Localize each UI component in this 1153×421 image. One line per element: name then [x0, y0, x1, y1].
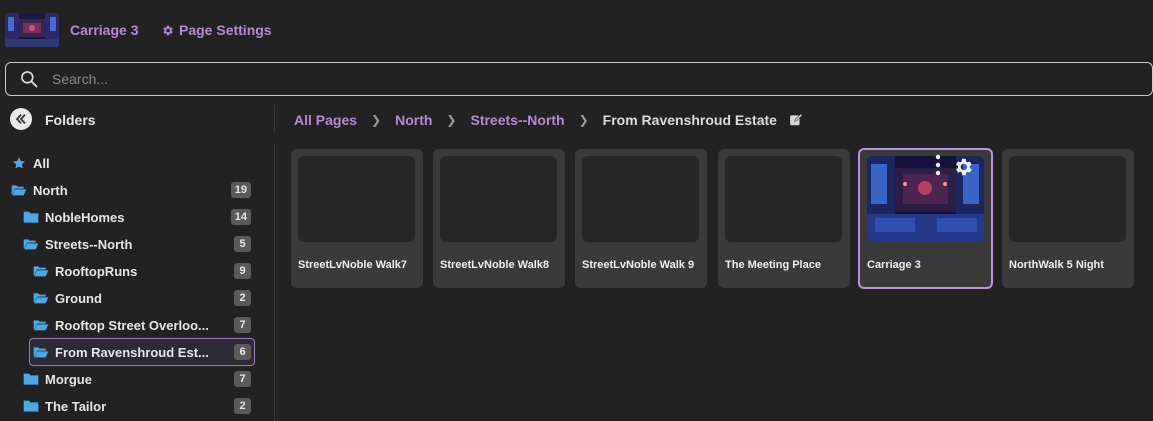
page-card-thumbnail — [298, 156, 415, 242]
folder-item-the-tailor[interactable]: The Tailor 2 — [23, 393, 251, 419]
chevron-right-icon: ❯ — [446, 113, 457, 127]
page-card-name: NorthWalk 5 Night — [1009, 259, 1104, 271]
page-title[interactable]: Carriage 3 — [70, 22, 138, 38]
folder-item-morgue[interactable]: Morgue 7 — [23, 366, 251, 392]
folder-icon — [23, 400, 39, 412]
page-card-active[interactable]: Carriage 3 — [858, 148, 993, 289]
search-input[interactable] — [52, 71, 1052, 87]
page-settings-button[interactable]: Page Settings — [161, 20, 272, 40]
page-card-thumbnail — [440, 156, 557, 242]
folders-header: Folders — [0, 105, 270, 133]
folder-label: North — [33, 182, 68, 198]
folder-open-icon — [23, 239, 39, 250]
folder-label: The Tailor — [45, 398, 107, 414]
folder-item-noblehomes[interactable]: NobleHomes 14 — [23, 204, 251, 230]
star-icon — [13, 157, 25, 169]
page-settings-label: Page Settings — [179, 22, 272, 38]
page-thumbnail[interactable] — [5, 13, 59, 47]
search-icon — [21, 71, 38, 88]
folder-item-ground[interactable]: Ground 2 — [33, 285, 251, 311]
collapse-sidebar-button[interactable] — [10, 108, 32, 130]
folder-label: Ground — [55, 290, 102, 306]
folder-item-north[interactable]: North 19 — [11, 177, 251, 203]
edit-icon[interactable] — [789, 113, 803, 127]
gear-icon[interactable] — [952, 156, 974, 178]
folder-item-from-ravenshroud-estate[interactable]: From Ravenshroud Est... 6 — [29, 338, 255, 366]
chevron-right-icon: ❯ — [371, 113, 382, 127]
gear-icon — [163, 25, 173, 35]
breadcrumb-link-north[interactable]: North — [395, 112, 432, 128]
folder-label: Morgue — [45, 371, 92, 387]
breadcrumb: All Pages ❯ North ❯ Streets--North ❯ Fro… — [294, 111, 803, 129]
breadcrumb-current: From Ravenshroud Estate — [602, 112, 777, 128]
chevron-right-icon: ❯ — [578, 113, 589, 127]
breadcrumb-link-streets-north[interactable]: Streets--North — [470, 112, 564, 128]
folder-count-badge: 14 — [230, 209, 251, 225]
search-bar — [5, 62, 1153, 96]
folder-count-badge: 6 — [234, 344, 251, 360]
divider — [274, 105, 275, 133]
folder-open-icon — [33, 266, 49, 277]
double-chevron-left-icon — [15, 114, 26, 124]
folder-icon — [23, 211, 39, 223]
folder-open-icon — [33, 293, 49, 304]
folder-label: Rooftop Street Overloo... — [55, 317, 209, 333]
folder-item-streets-north[interactable]: Streets--North 5 — [23, 231, 251, 257]
folder-icon — [23, 373, 39, 385]
folder-open-icon — [11, 185, 27, 196]
folder-open-icon — [33, 320, 49, 331]
folder-count-badge: 7 — [234, 371, 251, 387]
folder-item-rooftop-street-overlook[interactable]: Rooftop Street Overloo... 7 — [33, 312, 251, 338]
folder-count-badge: 5 — [234, 236, 251, 252]
folder-label: From Ravenshroud Est... — [55, 344, 209, 360]
page-card-thumbnail — [582, 156, 699, 242]
page-card[interactable]: NorthWalk 5 Night — [1002, 149, 1134, 288]
page-card-name: StreetLvNoble Walk8 — [440, 259, 550, 271]
folder-item-all[interactable]: All — [11, 150, 251, 176]
folder-count-badge: 9 — [234, 263, 251, 279]
folder-label: NobleHomes — [45, 209, 125, 225]
page-card[interactable]: StreetLvNoble Walk 9 — [575, 149, 707, 288]
page-card[interactable]: StreetLvNoble Walk7 — [291, 149, 423, 288]
folder-open-icon — [33, 347, 49, 358]
breadcrumb-link-all-pages[interactable]: All Pages — [294, 112, 357, 128]
folder-count-badge: 2 — [234, 398, 251, 414]
folder-count-badge: 19 — [230, 182, 251, 198]
page-card-name: StreetLvNoble Walk 9 — [582, 259, 695, 271]
page-card-name: StreetLvNoble Walk7 — [298, 259, 408, 271]
folder-count-badge: 7 — [234, 317, 251, 333]
folders-heading: Folders — [45, 112, 96, 128]
folder-label: All — [33, 155, 50, 171]
top-header: Carriage 3 Page Settings — [0, 0, 1153, 60]
folder-label: Streets--North — [45, 236, 133, 252]
divider — [274, 143, 275, 421]
page-card-thumbnail — [725, 156, 842, 242]
page-card-name: Carriage 3 — [867, 259, 921, 271]
folder-label: RooftopRuns — [55, 263, 138, 279]
folder-count-badge: 2 — [234, 290, 251, 306]
page-card[interactable]: StreetLvNoble Walk8 — [433, 149, 565, 288]
page-card-thumbnail — [1009, 156, 1126, 242]
folder-item-rooftopruns[interactable]: RooftopRuns 9 — [33, 258, 251, 284]
page-card[interactable]: The Meeting Place — [718, 149, 850, 288]
page-card-name: The Meeting Place — [725, 259, 821, 271]
more-options-icon[interactable] — [934, 154, 942, 178]
